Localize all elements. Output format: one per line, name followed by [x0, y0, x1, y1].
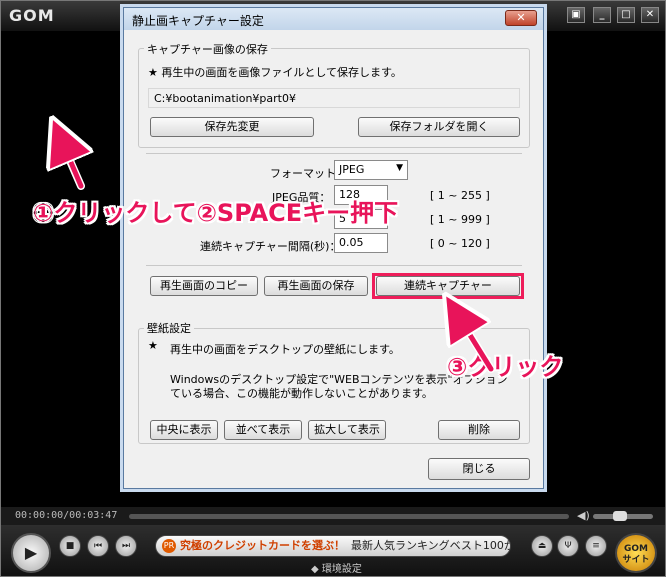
arrow-step3: [457, 314, 494, 372]
arrow-step12: [61, 139, 81, 189]
annotation-arrows: [1, 1, 495, 373]
gom-player-window: GOM ▣ _ □ ✕ 00:00:00/00:03:47 ◀) ▶ ■ ⏮ ⏭…: [0, 0, 666, 577]
